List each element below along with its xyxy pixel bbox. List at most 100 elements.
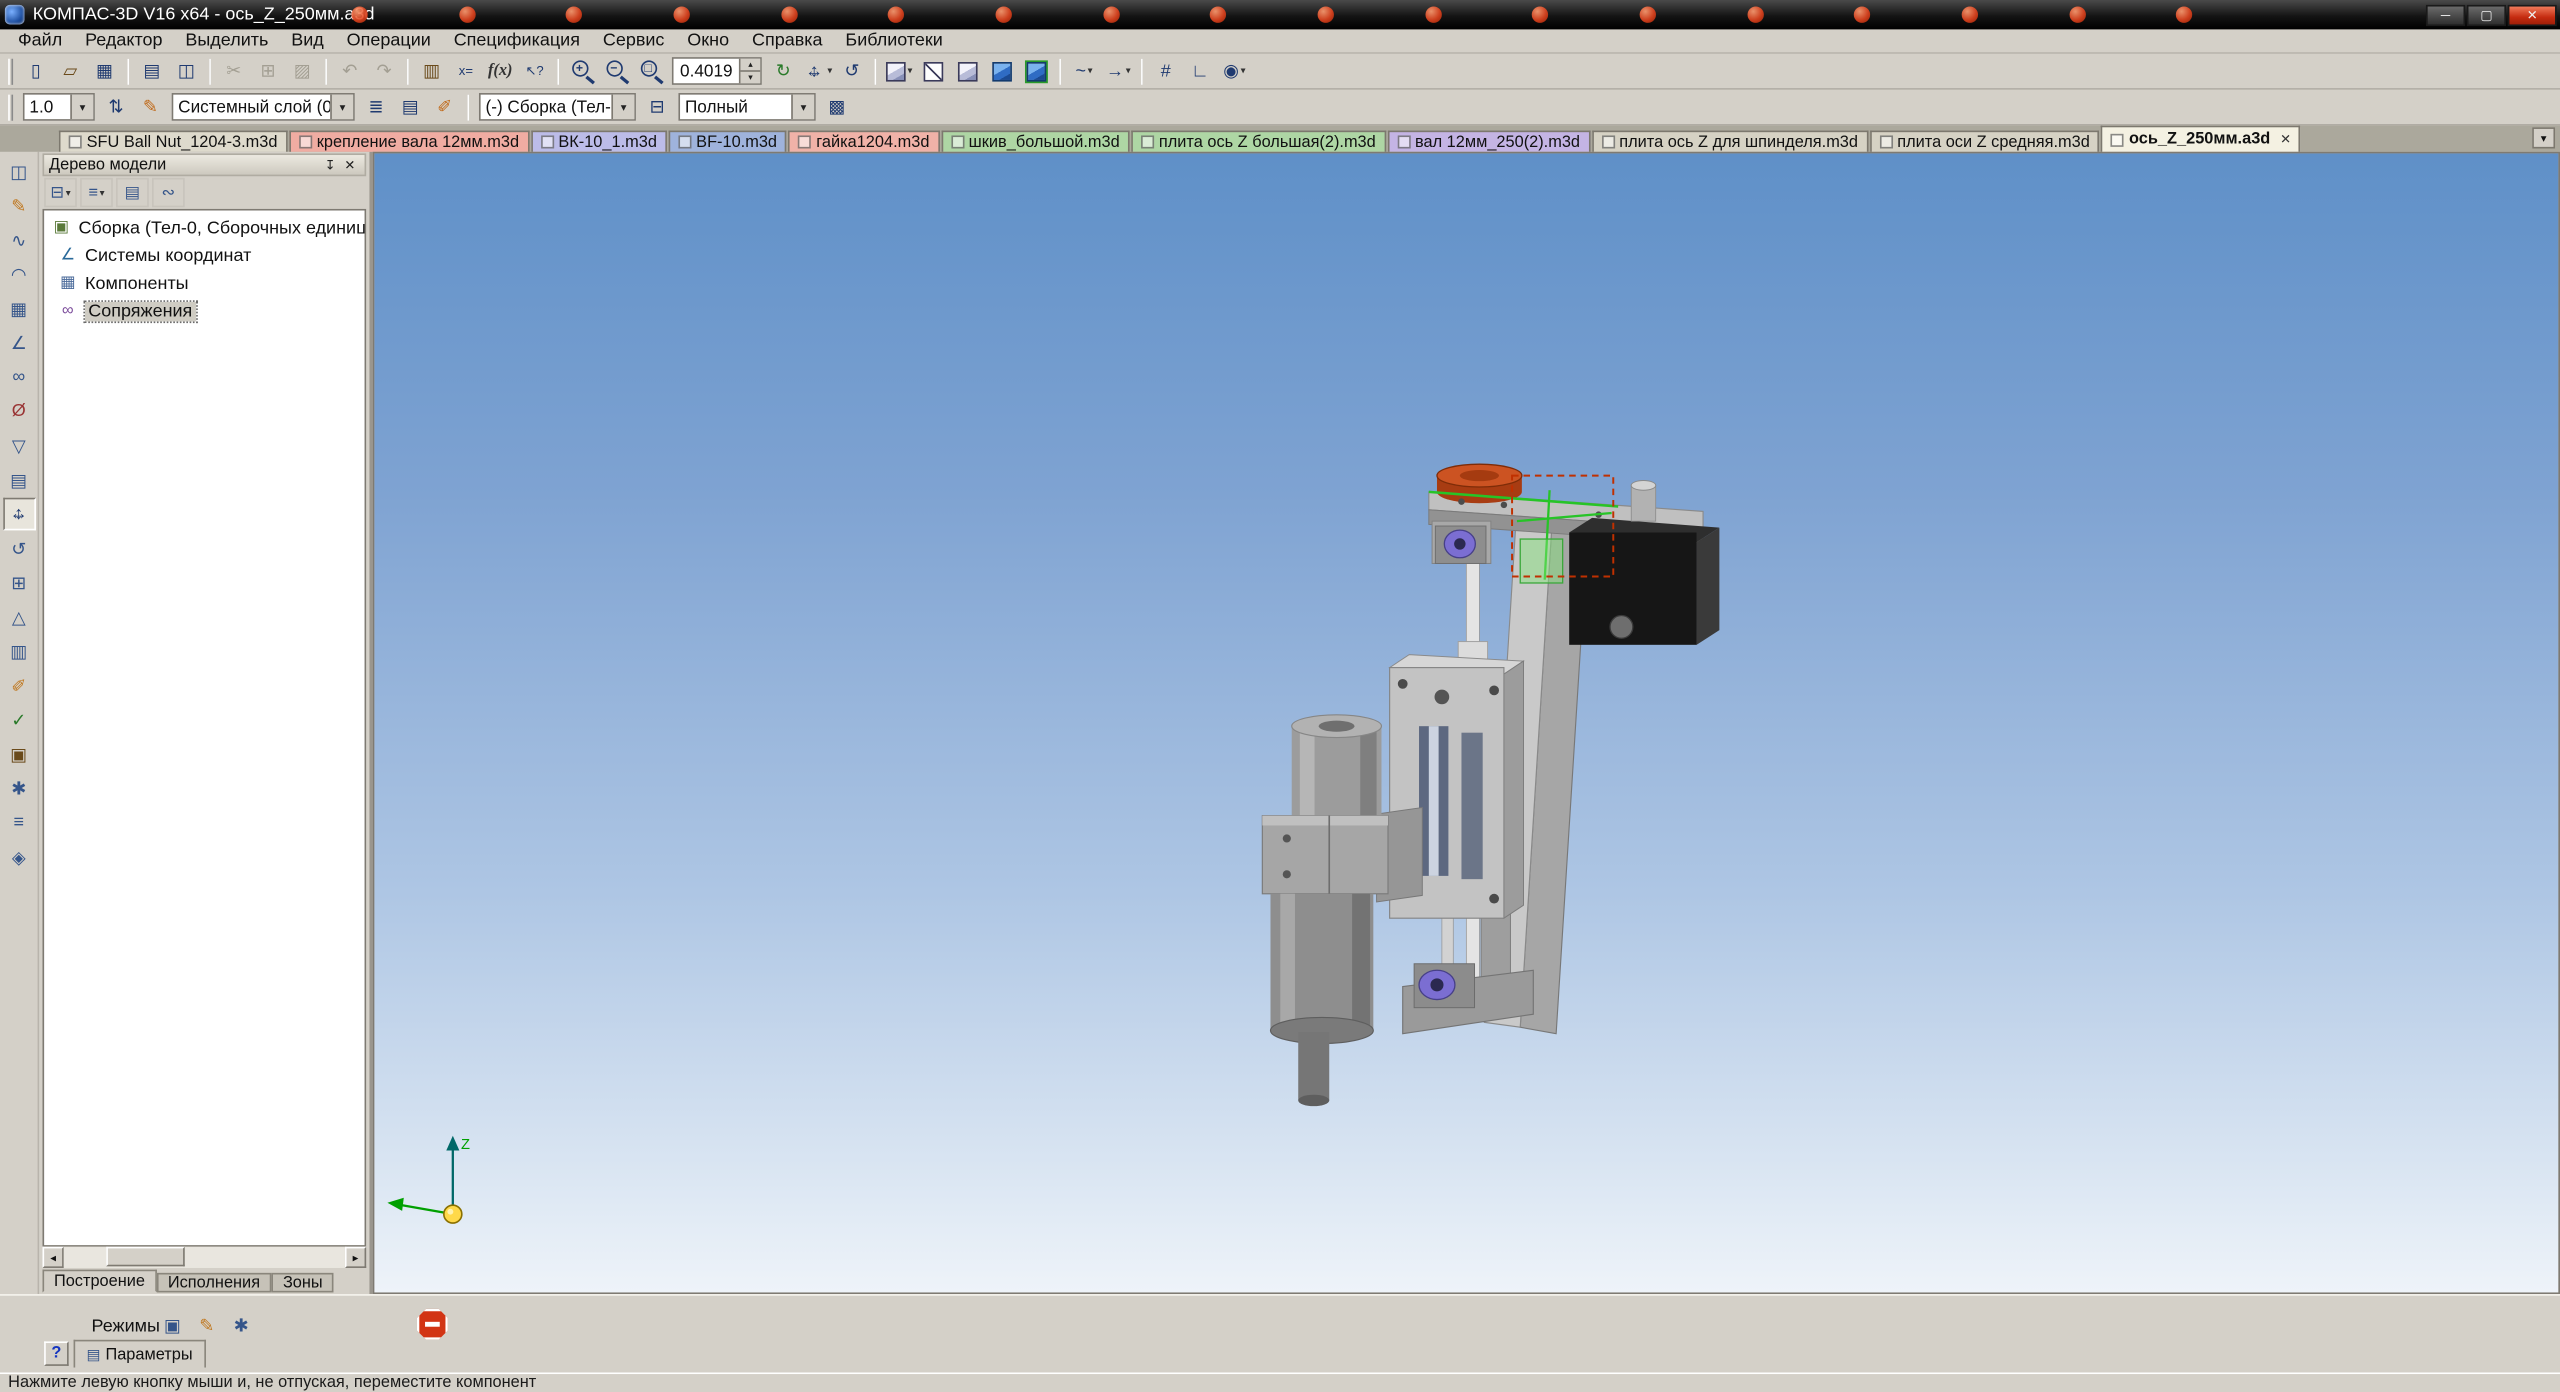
scroll-track[interactable]: [64, 1247, 345, 1268]
cut-icon[interactable]: ✂: [217, 55, 250, 88]
scroll-left-button[interactable]: ◂: [43, 1247, 64, 1268]
auxiliary-geometry-icon[interactable]: ∠: [2, 326, 35, 359]
zoom-in-icon[interactable]: +: [566, 55, 599, 88]
arrays-icon[interactable]: ▦: [2, 292, 35, 325]
viewport-3d[interactable]: Z: [373, 152, 2560, 1294]
tree-item-components[interactable]: ▦ Компоненты: [44, 269, 364, 297]
doc-structure-button[interactable]: ▤: [116, 178, 149, 207]
tree-composition-button[interactable]: ≡▾: [80, 178, 113, 207]
help-button[interactable]: ?: [44, 1341, 69, 1365]
doc-tab[interactable]: плита оси Z средняя.m3d: [1869, 131, 2099, 152]
tree-horizontal-scrollbar[interactable]: ◂ ▸: [43, 1247, 367, 1268]
doc-tab[interactable]: вал 12мм_250(2).m3d: [1387, 131, 1590, 152]
rotate-view-icon[interactable]: ↺: [836, 55, 869, 88]
measure-3d-icon[interactable]: Ø: [2, 395, 35, 428]
doc-tab[interactable]: плита ось Z большая(2).m3d: [1131, 131, 1385, 152]
tree-item-assembly-root[interactable]: ▣ Сборка (Тел-0, Сборочных единиц-0, Дет…: [44, 214, 364, 242]
macros-icon[interactable]: ✱: [2, 772, 35, 805]
layers-icon[interactable]: ≣: [360, 91, 393, 124]
tab-postroenie[interactable]: Построение: [43, 1270, 157, 1293]
menu-editor[interactable]: Редактор: [74, 31, 174, 51]
close-tab-icon[interactable]: ✕: [2280, 132, 2291, 147]
doc-tab[interactable]: крепление вала 12мм.m3d: [289, 131, 529, 152]
sketch-icon[interactable]: ✎: [2, 189, 35, 222]
tree-structure-button[interactable]: ⊟▾: [44, 178, 77, 207]
tree-item-mates[interactable]: ∞ Сопряжения: [44, 297, 364, 325]
copy-icon[interactable]: ⊞: [252, 55, 285, 88]
maximize-button[interactable]: ▢: [2467, 4, 2506, 25]
library-manager-icon[interactable]: ▥: [415, 55, 448, 88]
tree-panel-header[interactable]: Дерево модели ↧ ✕: [43, 153, 367, 176]
scale-spin-buttons[interactable]: ▴▾: [739, 59, 760, 83]
draw-pencil-icon[interactable]: ✐: [428, 91, 461, 124]
shaded-wireframe-mode-icon[interactable]: [1020, 55, 1053, 88]
wireframe-mode-icon[interactable]: [917, 55, 950, 88]
orientation-icon[interactable]: ▾: [883, 55, 916, 88]
add-component-icon[interactable]: ⊞: [2, 566, 35, 599]
chevron-down-icon[interactable]: ▾: [70, 95, 93, 119]
context-help-icon[interactable]: ↖?: [518, 55, 551, 88]
undo-icon[interactable]: ↶: [333, 55, 366, 88]
pen-style-icon[interactable]: ✎: [134, 91, 167, 124]
mode-settings-icon[interactable]: ✱: [226, 1310, 257, 1341]
tab-parameters[interactable]: ▤ Параметры: [74, 1340, 206, 1368]
detail-level-combo[interactable]: Полный ▾: [678, 93, 815, 121]
tab-list-dropdown[interactable]: ▾: [2532, 127, 2555, 148]
doc-tab-active[interactable]: ось_Z_250мм.a3d✕: [2101, 126, 2301, 152]
parameters-icon[interactable]: ≡: [2, 806, 35, 839]
model-part-spindle[interactable]: [1262, 715, 1388, 1106]
edit-assembly-icon[interactable]: ◫: [2, 155, 35, 188]
rebuild-icon[interactable]: ▩: [821, 91, 854, 124]
snap-icon[interactable]: ◉▾: [1218, 55, 1251, 88]
doc-tab[interactable]: шкив_большой.m3d: [941, 131, 1130, 152]
grid-icon[interactable]: #: [1149, 55, 1182, 88]
rotate-component-icon[interactable]: ↺: [2, 532, 35, 565]
toolbar-grip[interactable]: [8, 58, 13, 84]
current-scale-spinner[interactable]: 0.4019 ▴▾: [672, 57, 762, 85]
doc-tab[interactable]: гайка1204.m3d: [788, 131, 939, 152]
menu-libraries[interactable]: Библиотеки: [834, 31, 954, 51]
mates-icon[interactable]: ∞: [2, 361, 35, 394]
collision-check-icon[interactable]: △: [2, 601, 35, 634]
tab-zony[interactable]: Зоны: [271, 1273, 334, 1293]
menu-service[interactable]: Сервис: [591, 31, 675, 51]
pan-view-icon[interactable]: ▾: [801, 55, 834, 88]
menu-select[interactable]: Выделить: [174, 31, 280, 51]
tree-filter-icon[interactable]: ⊟: [641, 91, 674, 124]
panel-close-icon[interactable]: ✕: [340, 156, 360, 174]
move-component-icon[interactable]: [2, 498, 35, 531]
reports-icon[interactable]: ▥: [2, 635, 35, 668]
menu-operations[interactable]: Операции: [335, 31, 442, 51]
chevron-down-icon[interactable]: ▾: [611, 95, 634, 119]
doc-tab[interactable]: плита ось Z для шпинделя.m3d: [1591, 131, 1867, 152]
assembly-3d-model[interactable]: [374, 153, 2558, 1292]
save-document-icon[interactable]: ▦: [88, 55, 121, 88]
mode-sketch-icon[interactable]: ✎: [191, 1310, 222, 1341]
redo-icon[interactable]: ↷: [368, 55, 401, 88]
step-updown-icon[interactable]: ⇅: [100, 91, 133, 124]
spatial-curves-icon[interactable]: ∿: [2, 224, 35, 257]
menu-view[interactable]: Вид: [280, 31, 335, 51]
paste-icon[interactable]: ▨: [286, 55, 319, 88]
specification-icon[interactable]: ▤: [2, 463, 35, 496]
layer-state-icon[interactable]: ▤: [394, 91, 427, 124]
filters-icon[interactable]: ▽: [2, 429, 35, 462]
tree-item-coordinate-systems[interactable]: ∠ Системы координат: [44, 242, 364, 270]
doc-tab[interactable]: BF-10.m3d: [668, 131, 786, 152]
chevron-down-icon[interactable]: ▾: [330, 95, 353, 119]
shaded-mode-icon[interactable]: [986, 55, 1019, 88]
scroll-right-button[interactable]: ▸: [345, 1247, 366, 1268]
layer-combo[interactable]: Системный слой (0) ▾: [172, 93, 355, 121]
minimize-button[interactable]: ─: [2426, 4, 2465, 25]
step-combo[interactable]: 1.0 ▾: [23, 93, 95, 121]
menu-file[interactable]: Файл: [7, 31, 74, 51]
zoom-out-icon[interactable]: −: [600, 55, 633, 88]
tab-ispolneniya[interactable]: Исполнения: [156, 1273, 271, 1293]
model-part-bearing-top[interactable]: [1435, 526, 1486, 563]
hidden-lines-mode-icon[interactable]: [952, 55, 985, 88]
print-icon[interactable]: ▤: [136, 55, 169, 88]
mode-assembly-icon[interactable]: ▣: [157, 1310, 188, 1341]
selection-area-combo[interactable]: (-) Сборка (Тел-0, Сбо ▾: [479, 93, 636, 121]
line-style-icon[interactable]: ~▾: [1068, 55, 1101, 88]
library-icon[interactable]: ▣: [2, 738, 35, 771]
